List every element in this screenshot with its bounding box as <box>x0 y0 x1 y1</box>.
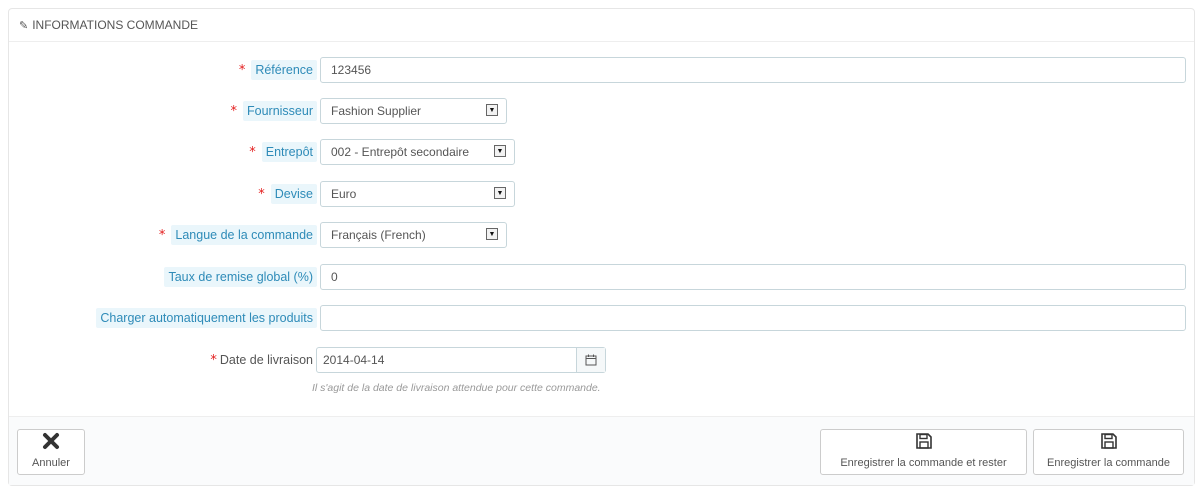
supplier-row: * Fournisseur Fashion Supplier ▼ <box>9 98 1194 124</box>
save-button[interactable]: Enregistrer la commande <box>1033 429 1184 475</box>
discount-row: Taux de remise global (%) 0 <box>9 264 1194 290</box>
language-label: Langue de la commande <box>171 225 317 245</box>
currency-label: Devise <box>270 184 317 204</box>
dropdown-arrow-icon: ▼ <box>486 104 498 116</box>
panel-footer: Annuler Enregistrer la commande et reste… <box>9 416 1194 485</box>
warehouse-select[interactable]: 002 - Entrepôt secondaire ▼ <box>320 139 515 165</box>
required-mark: * <box>210 352 217 368</box>
save-icon <box>1100 432 1118 453</box>
panel-title: INFORMATIONS COMMANDE <box>32 18 198 32</box>
save-icon <box>915 432 933 453</box>
dropdown-arrow-icon: ▼ <box>494 187 506 199</box>
delivery-date-label: Date de livraison <box>219 353 313 367</box>
close-icon <box>42 432 60 453</box>
order-info-panel: ✎ INFORMATIONS COMMANDE * Référence 1234… <box>8 8 1195 486</box>
delivery-date-help: Il s'agit de la date de livraison attend… <box>312 382 601 394</box>
autoload-input[interactable] <box>320 305 1186 331</box>
currency-selected-value: Euro <box>331 187 357 201</box>
discount-input[interactable]: 0 <box>320 264 1186 290</box>
pencil-icon: ✎ <box>19 19 29 32</box>
delivery-date-input[interactable]: 2014-04-14 <box>317 348 576 372</box>
cancel-button-label: Annuler <box>32 457 70 469</box>
dropdown-arrow-icon: ▼ <box>486 228 498 240</box>
warehouse-label: Entrepôt <box>261 142 317 162</box>
autoload-row: Charger automatiquement les produits <box>9 305 1194 331</box>
language-row: * Langue de la commande Français (French… <box>9 222 1194 248</box>
required-mark: * <box>258 186 265 202</box>
cancel-button[interactable]: Annuler <box>17 429 85 475</box>
warehouse-selected-value: 002 - Entrepôt secondaire <box>331 145 470 159</box>
save-and-stay-label: Enregistrer la commande et rester <box>840 457 1007 469</box>
delivery-date-row: * Date de livraison 2014-04-14 <box>9 347 1194 373</box>
required-mark: * <box>238 62 246 78</box>
dropdown-arrow-icon: ▼ <box>494 145 506 157</box>
reference-row: * Référence 123456 <box>9 57 1194 83</box>
reference-label: Référence <box>251 60 317 80</box>
save-label: Enregistrer la commande <box>1047 457 1170 469</box>
currency-select[interactable]: Euro ▼ <box>320 181 515 207</box>
required-mark: * <box>230 103 238 119</box>
language-selected-value: Français (French) <box>331 228 426 242</box>
reference-input[interactable]: 123456 <box>320 57 1186 83</box>
supplier-selected-value: Fashion Supplier <box>331 104 422 118</box>
warehouse-row: * Entrepôt 002 - Entrepôt secondaire ▼ <box>9 139 1194 165</box>
supplier-label: Fournisseur <box>243 101 317 121</box>
save-and-stay-button[interactable]: Enregistrer la commande et rester <box>820 429 1027 475</box>
delivery-date-field[interactable]: 2014-04-14 <box>316 347 606 373</box>
currency-row: * Devise Euro ▼ <box>9 181 1194 207</box>
calendar-icon[interactable] <box>576 348 605 372</box>
discount-label: Taux de remise global (%) <box>164 267 317 287</box>
language-select[interactable]: Français (French) ▼ <box>320 222 507 248</box>
panel-heading: ✎ INFORMATIONS COMMANDE <box>9 9 1194 42</box>
supplier-select[interactable]: Fashion Supplier ▼ <box>320 98 507 124</box>
required-mark: * <box>158 227 166 243</box>
autoload-label: Charger automatiquement les produits <box>96 308 317 328</box>
required-mark: * <box>249 144 256 160</box>
